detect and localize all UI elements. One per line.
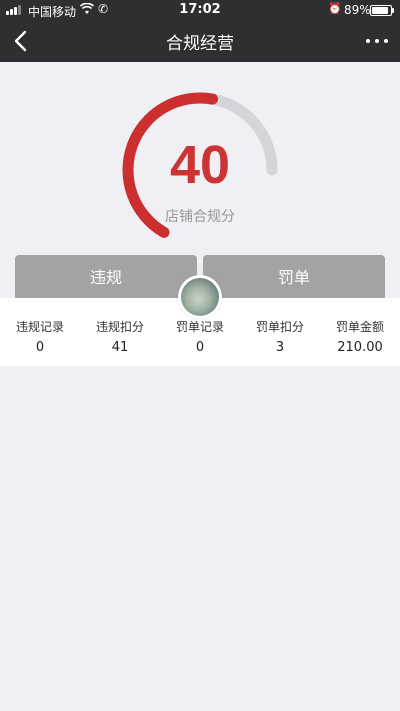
compliance-gauge: 40 店铺合规分 — [110, 80, 290, 240]
score-label: 店铺合规分 — [165, 209, 235, 225]
avatar-image — [181, 278, 219, 316]
stat-value: 3 — [275, 340, 285, 355]
avatar[interactable] — [178, 275, 222, 319]
stat-label: 违规扣分 — [95, 320, 144, 334]
stat-value: 41 — [111, 340, 129, 355]
stat-label: 罚单金额 — [335, 320, 384, 334]
stat-label: 违规记录 — [15, 320, 64, 334]
stat-violation-records[interactable]: 违规记录 0 — [0, 298, 80, 366]
stat-penalty-points[interactable]: 罚单扣分 3 — [240, 298, 320, 366]
status-bar: 中国移动 ✆ 17:02 ⏰ 89% — [0, 0, 400, 20]
nav-bar: 合规经营 — [0, 20, 400, 62]
tab-violations[interactable]: 违规 — [15, 255, 197, 301]
tab-penalties[interactable]: 罚单 — [203, 255, 385, 301]
stat-value: 0 — [195, 340, 205, 355]
stat-value: 210.00 — [337, 340, 383, 355]
battery-icon — [370, 5, 394, 16]
more-dots-icon[interactable] — [366, 32, 390, 50]
stat-value: 0 — [35, 340, 45, 355]
stat-violation-points[interactable]: 违规扣分 41 — [80, 298, 160, 366]
score-value: 40 — [169, 135, 231, 195]
page-title: 合规经营 — [166, 34, 234, 54]
stat-penalty-amount[interactable]: 罚单金额 210.00 — [320, 298, 400, 366]
stat-label: 罚单扣分 — [255, 320, 304, 334]
stat-label: 罚单记录 — [175, 320, 224, 334]
alarm-icon: ⏰ — [328, 2, 342, 15]
battery-percent: 89% — [344, 3, 371, 17]
header: 中国移动 ✆ 17:02 ⏰ 89% 合规经营 — [0, 0, 400, 62]
